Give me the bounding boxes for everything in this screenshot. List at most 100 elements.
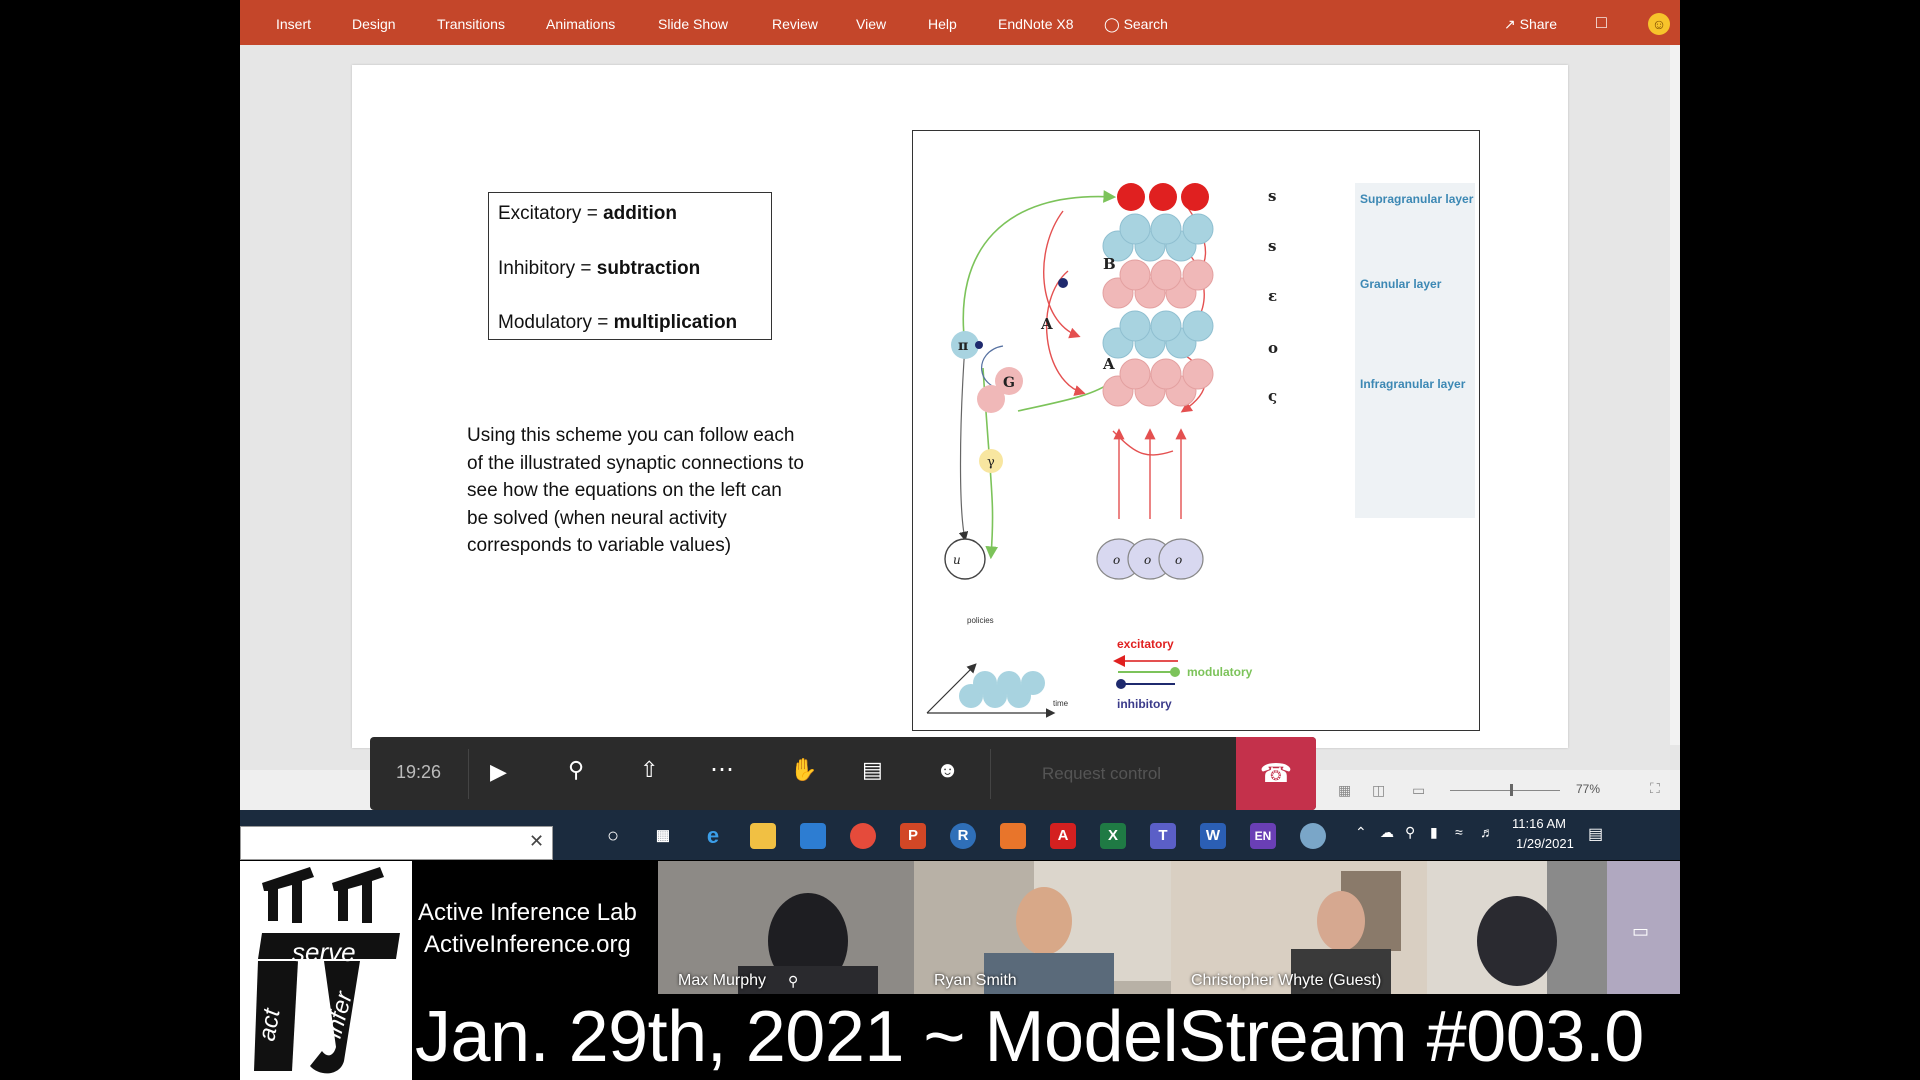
definition-modulatory: Modulatory = multiplication <box>498 312 738 333</box>
video-tile-participant-3: Christopher Whyte (Guest) <box>1171 861 1427 994</box>
cortana-icon[interactable]: ○ <box>600 823 626 849</box>
taskbar-search-box[interactable]: ✕ <box>240 826 553 860</box>
tab-transitions[interactable]: Transitions <box>437 16 505 32</box>
svg-text:A: A <box>1040 315 1053 333</box>
slideshow-view-icon[interactable]: ▭ <box>1412 782 1425 799</box>
svg-text:o: o <box>1175 553 1182 567</box>
clock-time[interactable]: 11:16 AM <box>1512 816 1566 831</box>
word-icon[interactable]: W <box>1200 823 1226 849</box>
raise-hand-icon[interactable]: ✋ <box>790 757 817 783</box>
normal-view-icon[interactable]: ▦ <box>1338 782 1351 799</box>
share-screen-icon[interactable]: ⇧ <box>640 757 658 783</box>
layer-label-granular: Granular layer <box>1360 277 1442 291</box>
cortical-layers-band <box>1355 183 1475 518</box>
teams-meeting-controls: 19:26 ▶ ⚲ ⇧ ⋯ ✋ ▤ ☻ Request control ☎ <box>370 737 1316 810</box>
definition-excitatory: Excitatory = addition <box>498 203 677 224</box>
participants-icon[interactable]: ☻ <box>936 757 959 783</box>
tab-view[interactable]: View <box>856 16 886 32</box>
svg-text:ε: ε <box>1268 287 1277 305</box>
windows-taskbar: ✕ ○ ▦ e P R A X T W EN ⌃ ☁ ⚲ ▮ ≈ ♬ 11:16… <box>240 810 1680 860</box>
comments-icon[interactable]: □ <box>1596 12 1607 33</box>
definition-box: Excitatory = addition Inhibitory = subtr… <box>488 192 772 340</box>
active-inference-logo: serve act infer <box>240 861 412 1080</box>
svg-text:ς: ς <box>1268 387 1277 405</box>
mic-tray-icon[interactable]: ⚲ <box>1405 824 1415 841</box>
slide-canvas: Excitatory = addition Inhibitory = subtr… <box>352 65 1568 748</box>
vertical-scrollbar[interactable] <box>1670 45 1680 745</box>
wifi-icon[interactable]: ≈ <box>1455 824 1463 840</box>
circuit-diagram: π G γ A B A u o o o ssε oς <box>926 183 1475 718</box>
share-button[interactable]: ↗ Share <box>1504 16 1557 33</box>
stream-caption: Jan. 29th, 2021 ~ ModelStream #003.0 <box>415 997 1644 1077</box>
svg-text:A: A <box>1102 355 1115 373</box>
camera-icon[interactable]: ▶ <box>490 759 507 785</box>
lab-name: Active Inference Lab <box>418 899 637 926</box>
layer-label-supragranular: Supragranular layer <box>1360 192 1474 206</box>
legend-policies: policies <box>967 616 994 625</box>
endnote-icon[interactable]: EN <box>1250 823 1276 849</box>
microphone-icon[interactable]: ⚲ <box>568 757 584 783</box>
battery-icon[interactable]: ▮ <box>1430 824 1438 841</box>
zoom-level[interactable]: 77% <box>1576 782 1600 796</box>
chat-icon[interactable]: ▤ <box>862 757 883 783</box>
layer-label-infragranular: Infragranular layer <box>1360 377 1466 391</box>
tab-insert[interactable]: Insert <box>276 16 311 32</box>
scheme-explanation: Using this scheme you can follow each of… <box>467 425 804 556</box>
tab-review[interactable]: Review <box>772 16 818 32</box>
legend-modulatory: modulatory <box>1187 665 1253 679</box>
divider <box>468 749 469 799</box>
svg-text:o: o <box>1113 553 1120 567</box>
store-icon[interactable] <box>800 823 826 849</box>
livestream-overlay: serve act infer Active Inference Lab Act… <box>240 861 1680 1080</box>
legend-inhibitory: inhibitory <box>1117 697 1172 711</box>
reading-view-icon[interactable]: ◫ <box>1372 782 1385 799</box>
participant-name: Max Murphy <box>678 972 767 989</box>
clock-date[interactable]: 1/29/2021 <box>1516 836 1574 851</box>
fit-slide-icon[interactable]: ⛶ <box>1650 780 1660 797</box>
ribbon-search[interactable]: ◯ Search <box>1104 16 1168 33</box>
svg-text:γ: γ <box>987 455 995 470</box>
svg-text:o: o <box>1268 339 1278 357</box>
video-tile-participant-4: ▭ <box>1427 861 1680 994</box>
tray-chevron-icon[interactable]: ⌃ <box>1355 824 1367 841</box>
logo-act: act <box>253 1006 286 1044</box>
svg-text:u: u <box>953 553 961 567</box>
tab-endnote[interactable]: EndNote X8 <box>998 16 1074 32</box>
muted-mic-icon: ⚲ <box>788 973 799 989</box>
close-icon[interactable]: ✕ <box>529 831 544 852</box>
tab-animations[interactable]: Animations <box>546 16 615 32</box>
tab-slide-show[interactable]: Slide Show <box>658 16 728 32</box>
svg-text:s: s <box>1268 187 1276 205</box>
legend-time: time <box>1053 699 1069 708</box>
screen-share-window: Insert Design Transitions Animations Sli… <box>240 0 1680 1080</box>
edge-icon[interactable]: e <box>700 823 726 849</box>
app-icon[interactable] <box>1300 823 1326 849</box>
svg-text:o: o <box>1144 553 1151 567</box>
task-view-icon[interactable]: ▦ <box>650 823 676 849</box>
outcome-nodes: o o o <box>1096 538 1204 580</box>
powerpoint-icon[interactable]: P <box>900 823 926 849</box>
tab-design[interactable]: Design <box>352 16 396 32</box>
matlab-icon[interactable] <box>1000 823 1026 849</box>
more-options-icon[interactable]: ⋯ <box>710 755 734 784</box>
acrobat-icon[interactable]: A <box>1050 823 1076 849</box>
participant-name: Ryan Smith <box>934 972 1017 989</box>
camera-overlay-icon: ▭ <box>1632 921 1650 941</box>
logo-serve: serve <box>292 937 356 967</box>
smiley-feedback-icon[interactable]: ☺ <box>1648 13 1670 35</box>
file-explorer-icon[interactable] <box>750 823 776 849</box>
divider <box>990 749 991 799</box>
teams-icon[interactable]: T <box>1150 823 1176 849</box>
zoom-slider[interactable] <box>1450 790 1560 791</box>
onedrive-icon[interactable]: ☁ <box>1380 824 1394 841</box>
slide-workspace: Excitatory = addition Inhibitory = subtr… <box>240 45 1680 809</box>
zoom-slider-thumb[interactable] <box>1510 784 1513 796</box>
excel-icon[interactable]: X <box>1100 823 1126 849</box>
chrome-icon[interactable] <box>850 823 876 849</box>
request-control-button[interactable]: Request control <box>1042 764 1161 784</box>
r-icon[interactable]: R <box>950 823 976 849</box>
tab-help[interactable]: Help <box>928 16 957 32</box>
hang-up-button[interactable]: ☎ <box>1236 737 1316 810</box>
volume-icon[interactable]: ♬ <box>1480 824 1494 840</box>
action-center-icon[interactable]: ▤ <box>1588 824 1603 844</box>
